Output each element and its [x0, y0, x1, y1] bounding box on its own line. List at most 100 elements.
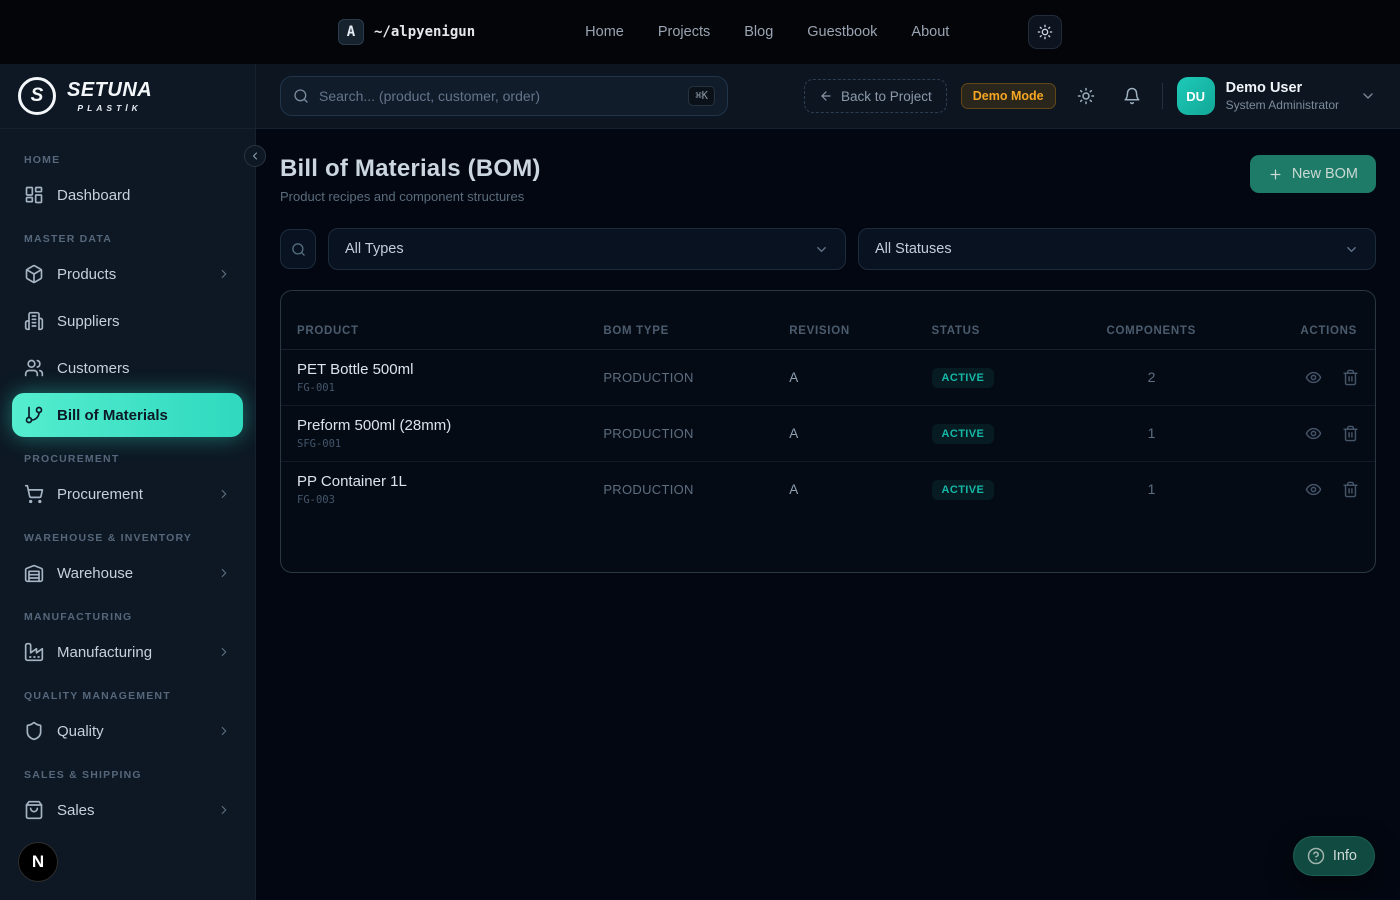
sidebar-item-label: Quality — [57, 723, 104, 740]
user-menu[interactable]: DU Demo User System Administrator — [1177, 77, 1376, 115]
delete-button[interactable] — [1342, 481, 1359, 498]
sidebar-item-label: Warehouse — [57, 565, 133, 582]
column-header-actions: ACTIONS — [1255, 313, 1375, 350]
chevron-right-icon — [217, 566, 231, 580]
view-button[interactable] — [1305, 425, 1322, 442]
type-filter-select[interactable]: All Types — [328, 228, 846, 270]
section-label-warehouse: WAREHOUSE & INVENTORY — [12, 519, 243, 551]
view-button[interactable] — [1305, 481, 1322, 498]
site-logo-icon: A — [338, 19, 364, 45]
building-icon — [24, 311, 44, 331]
info-label: Info — [1333, 848, 1357, 864]
global-search[interactable]: ⌘K — [280, 76, 728, 116]
back-to-project-button[interactable]: Back to Project — [804, 79, 947, 113]
bom-type-cell: PRODUCTION — [587, 350, 773, 406]
product-name: PET Bottle 500ml — [297, 361, 571, 378]
sidebar-item-sales[interactable]: Sales — [12, 788, 243, 832]
chevron-right-icon — [217, 645, 231, 659]
sidebar-item-label: Sales — [57, 802, 95, 819]
sidebar-item-customers[interactable]: Customers — [12, 346, 243, 390]
nav-link-about[interactable]: About — [911, 24, 949, 40]
warehouse-icon — [24, 563, 44, 583]
company-brand: S SETUNA PLASTİK — [0, 64, 255, 129]
header-divider — [1162, 83, 1163, 109]
section-label-manufacturing: MANUFACTURING — [12, 598, 243, 630]
section-label-quality: QUALITY MANAGEMENT — [12, 677, 243, 709]
search-input[interactable] — [319, 88, 678, 104]
nav-link-projects[interactable]: Projects — [658, 24, 710, 40]
sidebar-item-manufacturing[interactable]: Manufacturing — [12, 630, 243, 674]
notifications-button[interactable] — [1116, 80, 1148, 112]
chevron-down-icon — [814, 242, 829, 257]
components-count: 2 — [1107, 369, 1197, 385]
bom-type-cell: PRODUCTION — [587, 406, 773, 462]
arrow-left-icon — [819, 89, 833, 103]
user-name: Demo User — [1226, 80, 1339, 97]
search-icon — [293, 88, 309, 104]
shield-icon — [24, 721, 44, 741]
view-button[interactable] — [1305, 369, 1322, 386]
sidebar-item-label: Suppliers — [57, 313, 120, 330]
site-logo[interactable]: A ~/alpyenigun — [338, 19, 475, 45]
keyboard-shortcut-badge: ⌘K — [688, 86, 715, 106]
shopping-bag-icon — [24, 800, 44, 820]
page-title: Bill of Materials (BOM) — [280, 155, 541, 183]
status-filter-select[interactable]: All Statuses — [858, 228, 1376, 270]
column-header-components: COMPONENTS — [1091, 313, 1255, 350]
theme-sun-button[interactable] — [1070, 80, 1102, 112]
delete-button[interactable] — [1342, 369, 1359, 386]
sidebar-item-procurement[interactable]: Procurement — [12, 472, 243, 516]
section-label-sales: SALES & SHIPPING — [12, 756, 243, 788]
sidebar-item-label: Products — [57, 266, 116, 283]
page-subtitle: Product recipes and component structures — [280, 189, 541, 204]
new-bom-button[interactable]: New BOM — [1250, 155, 1376, 193]
chevron-right-icon — [217, 724, 231, 738]
table-row[interactable]: PP Container 1L FG-003 PRODUCTION A ACTI… — [281, 462, 1375, 518]
demo-mode-badge: Demo Mode — [961, 83, 1056, 109]
brand-subtitle: PLASTİK — [67, 103, 152, 113]
sidebar-item-products[interactable]: Products — [12, 252, 243, 296]
sidebar-item-bill-of-materials[interactable]: Bill of Materials — [12, 393, 243, 437]
users-icon — [24, 358, 44, 378]
table-header-row: PRODUCT BOM TYPE REVISION STATUS COMPONE… — [281, 313, 1375, 350]
avatar: DU — [1177, 77, 1215, 115]
package-icon — [24, 264, 44, 284]
nav-link-blog[interactable]: Blog — [744, 24, 773, 40]
product-code: FG-003 — [297, 494, 571, 506]
sidebar-item-dashboard[interactable]: Dashboard — [12, 173, 243, 217]
bom-table-card: PRODUCT BOM TYPE REVISION STATUS COMPONE… — [280, 290, 1376, 573]
section-label-master-data: MASTER DATA — [12, 220, 243, 252]
sidebar-item-quality[interactable]: Quality — [12, 709, 243, 753]
chevron-left-icon — [249, 150, 261, 162]
table-search-button[interactable] — [280, 229, 316, 269]
site-logo-text: ~/alpyenigun — [374, 24, 475, 40]
delete-button[interactable] — [1342, 425, 1359, 442]
bell-icon — [1123, 87, 1141, 105]
sidebar-item-label: Procurement — [57, 486, 143, 503]
revision-cell: A — [773, 462, 915, 518]
top-navbar: A ~/alpyenigun Home Projects Blog Guestb… — [0, 0, 1400, 64]
nav-link-home[interactable]: Home — [585, 24, 624, 40]
table-row[interactable]: PET Bottle 500ml FG-001 PRODUCTION A ACT… — [281, 350, 1375, 406]
sun-icon — [1037, 24, 1053, 40]
chevron-right-icon — [217, 267, 231, 281]
components-count: 1 — [1107, 481, 1197, 497]
help-circle-icon — [1307, 847, 1325, 865]
brand-name: SETUNA — [67, 80, 152, 100]
sidebar-item-warehouse[interactable]: Warehouse — [12, 551, 243, 595]
status-filter-value: All Statuses — [875, 241, 952, 257]
user-role: System Administrator — [1226, 98, 1339, 112]
bom-table: PRODUCT BOM TYPE REVISION STATUS COMPONE… — [281, 313, 1375, 518]
sidebar-item-label: Dashboard — [57, 187, 130, 204]
info-button[interactable]: Info — [1293, 836, 1375, 876]
nav-link-guestbook[interactable]: Guestbook — [807, 24, 877, 40]
status-badge: ACTIVE — [932, 368, 995, 388]
sidebar-collapse-button[interactable] — [244, 145, 266, 167]
type-filter-value: All Types — [345, 241, 404, 257]
revision-cell: A — [773, 350, 915, 406]
nextjs-dev-badge[interactable]: N — [18, 842, 58, 882]
theme-toggle-button[interactable] — [1028, 15, 1062, 49]
table-row[interactable]: Preform 500ml (28mm) SFG-001 PRODUCTION … — [281, 406, 1375, 462]
section-label-home: HOME — [12, 141, 243, 173]
sidebar-item-suppliers[interactable]: Suppliers — [12, 299, 243, 343]
